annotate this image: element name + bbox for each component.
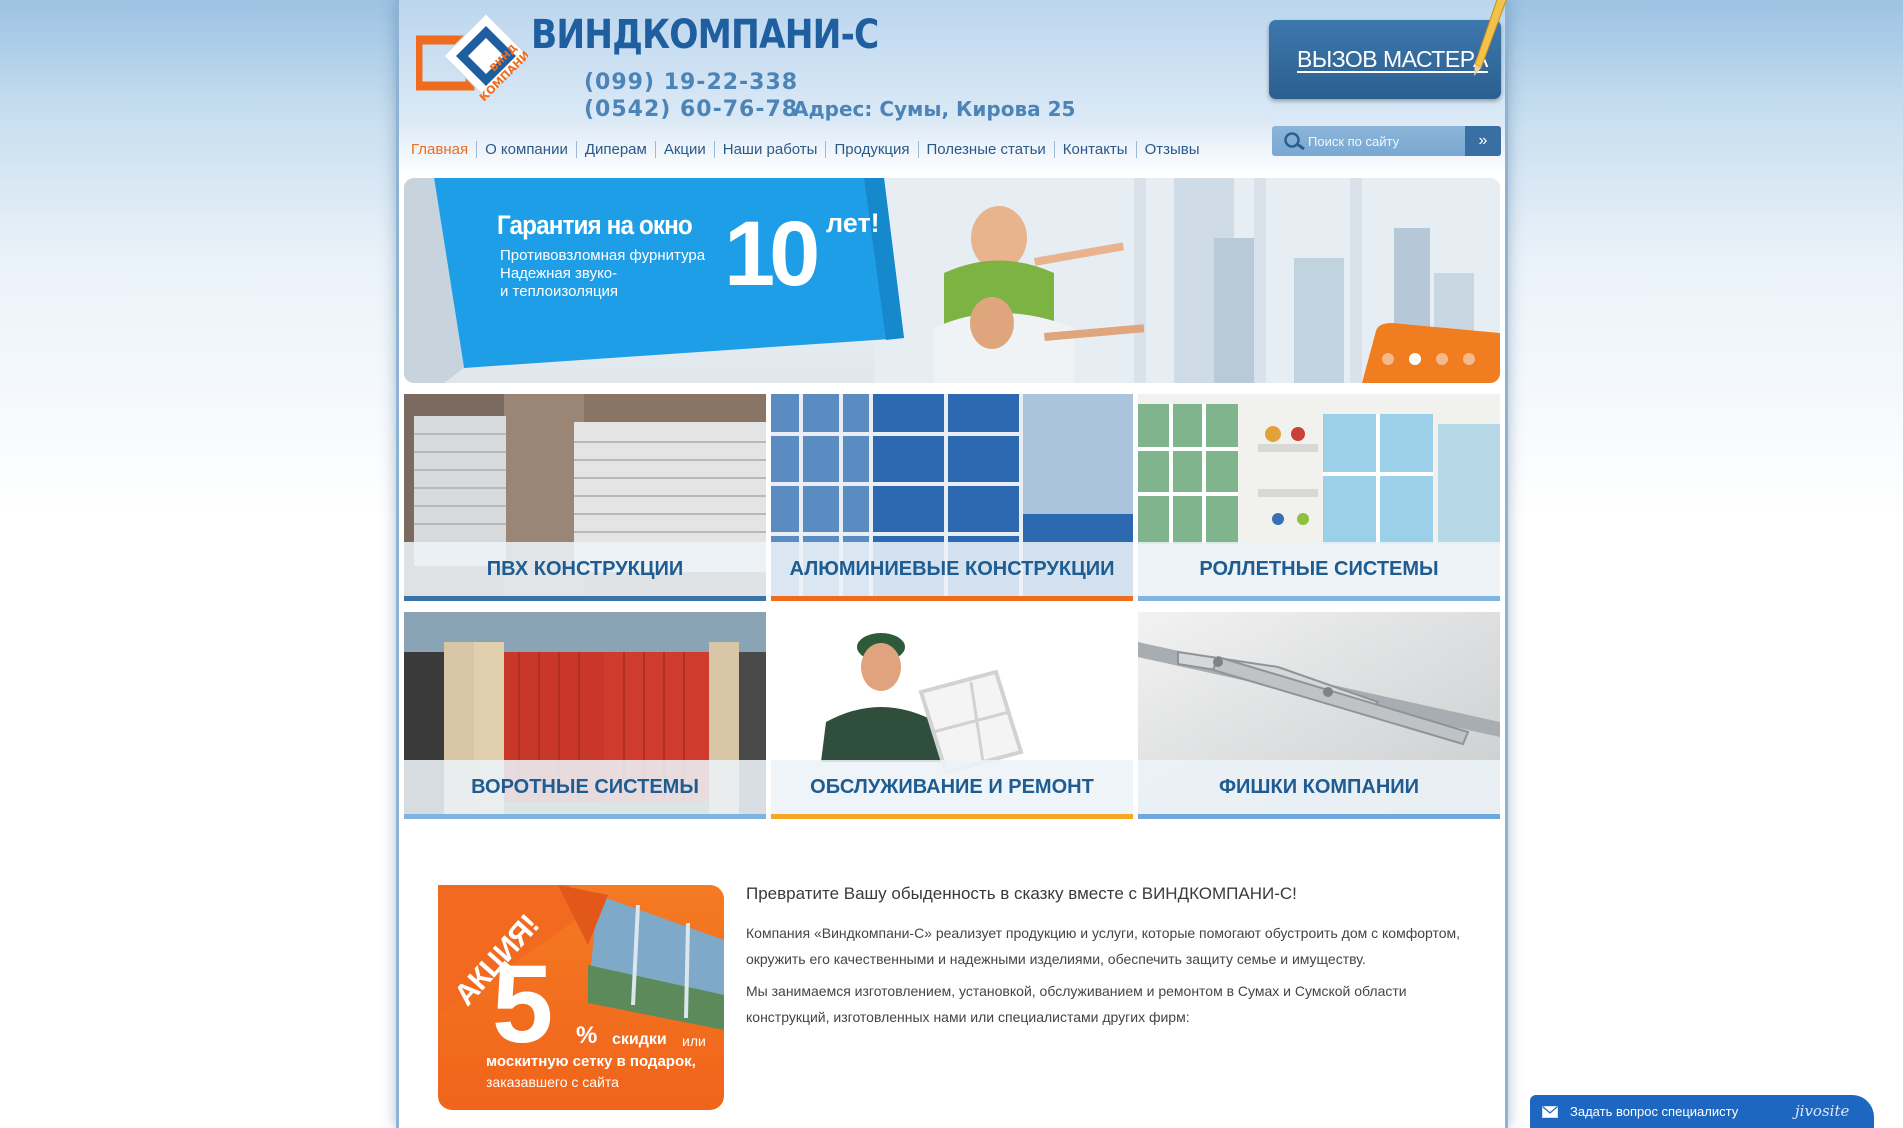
tile-pvc[interactable]: ПВХ КОНСТРУКЦИИ [404,394,766,601]
page-edge-right [1505,0,1508,1128]
page-edge-left [396,0,399,1128]
tile-label-gates: ВОРОТНЫЕ СИСТЕМЫ [404,760,766,814]
tile-gates[interactable]: ВОРОТНЫЕ СИСТЕМЫ [404,612,766,819]
promo-number: 5 [492,943,554,1066]
phone-2: (0542) 60-76-78 [584,97,799,122]
tile-aluminium[interactable]: АЛЮМИНИЕВЫЕ КОНСТРУКЦИИ [771,394,1133,601]
banner-line-2: Надежная звуко- [500,265,618,282]
nav-item-products[interactable]: Продукция [825,141,917,158]
chevron-right-icon: » [1478,132,1488,149]
tile-bar-features [1138,814,1500,819]
promo-discount-word: скидки [612,1031,667,1048]
promo-percent: % [576,1022,598,1049]
intro-title: Превратите Вашу обыденность в сказку вме… [746,884,1297,903]
tile-label-pvc: ПВХ КОНСТРУКЦИИ [404,542,766,596]
tile-bar-rollers [1138,596,1500,601]
pencil-icon [1474,0,1507,76]
slider-dot-4[interactable] [1463,353,1475,365]
brand-name: ВИНДКОМПАНИ-С [531,12,879,58]
nav-item-articles[interactable]: Полезные статьи [917,141,1054,158]
phone-1: (099) 19-22-338 [584,70,799,95]
mail-icon [1542,1106,1558,1118]
call-master-label: ВЫЗОВ МАСТЕРА [1297,46,1488,72]
nav-item-home[interactable]: Главная [411,141,476,158]
banner-line-1: Противовзломная фурнитура [500,247,706,264]
call-master-button[interactable]: ВЫЗОВ МАСТЕРА [1269,20,1501,99]
nav-item-dealers[interactable]: Диперам [575,141,655,158]
tile-bar-gates [404,814,766,819]
promo-or-word: или [682,1033,706,1049]
banner-title: Гарантия на окно [497,210,693,240]
search-submit-button[interactable]: » [1465,126,1501,156]
tile-rollers[interactable]: РОЛЛЕТНЫЕ СИСТЕМЫ [1138,394,1500,601]
slider-dot-1[interactable] [1382,353,1394,365]
intro-paragraph-2: Мы занимаемся изготовлением, установкой,… [746,983,1407,1025]
banner-suffix: лет! [826,208,880,238]
tile-features[interactable]: ФИШКИ КОМПАНИИ [1138,612,1500,819]
search-icon [1284,132,1305,151]
company-logo[interactable]: КОМПАНИ ВИНД [416,12,528,130]
tile-service[interactable]: ОБСЛУЖИВАНИЕ И РЕМОНТ [771,612,1133,819]
promo-site-order: заказавшего с сайта [486,1074,619,1090]
tile-label-service: ОБСЛУЖИВАНИЕ И РЕМОНТ [771,760,1133,814]
page-container: КОМПАНИ ВИНД ВИНДКОМПАНИ-С (099) 19-22-3… [396,0,1508,1128]
tile-bar-pvc [404,596,766,601]
search-input[interactable] [1308,131,1458,151]
banner-big-number: 10 [724,203,820,305]
tile-label-features: ФИШКИ КОМПАНИИ [1138,760,1500,814]
nav-item-contacts[interactable]: Контакты [1053,141,1136,158]
chat-widget[interactable]: Задать вопрос специалисту jivosite [1530,1095,1874,1128]
tile-label-rollers: РОЛЛЕТНЫЕ СИСТЕМЫ [1138,542,1500,596]
tile-bar-service [771,814,1133,819]
tile-bar-aluminium [771,596,1133,601]
slider-dot-2[interactable] [1409,353,1421,365]
chat-label: Задать вопрос специалисту [1570,1104,1739,1119]
nav-item-works[interactable]: Наши работы [713,141,826,158]
promo-net-gift: москитную сетку в подарок, [486,1053,696,1070]
intro-paragraph-1: Компания «Виндкомпани-С» реализует проду… [746,925,1461,967]
main-nav: Главная О компании Диперам Акции Наши ра… [411,141,1208,158]
address: Адрес: Сумы, Кирова 25 [793,97,1076,121]
slider-dots-background [1362,323,1500,383]
nav-item-about[interactable]: О компании [476,141,576,158]
chat-brand: jivosite [1795,1102,1850,1120]
nav-item-reviews[interactable]: Отзывы [1135,141,1208,158]
hero-slider[interactable]: Гарантия на окно Противовзломная фурниту… [404,178,1500,383]
tile-label-aluminium: АЛЮМИНИЕВЫЕ КОНСТРУКЦИИ [771,542,1133,596]
slider-dot-3[interactable] [1436,353,1448,365]
banner-line-3: и теплоизоляция [500,283,619,300]
site-search: » [1272,126,1501,156]
nav-item-promotions[interactable]: Акции [654,141,714,158]
